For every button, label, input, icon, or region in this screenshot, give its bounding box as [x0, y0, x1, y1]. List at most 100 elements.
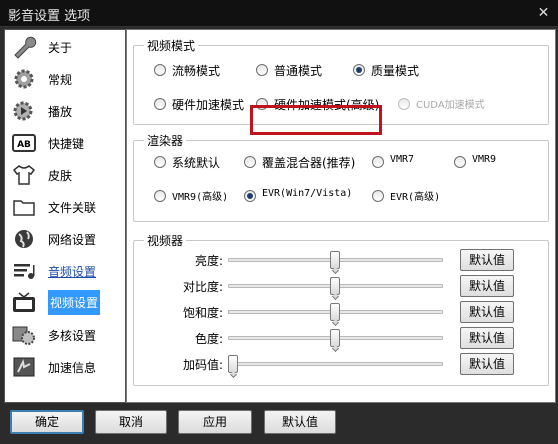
multicore-gear-icon	[12, 326, 35, 345]
slider-label: 饱和度:	[182, 306, 223, 320]
globe-icon	[15, 230, 33, 248]
radio-label: EVR(Win7/Vista)	[262, 188, 353, 199]
brightness-default-button[interactable]: 默认值	[460, 249, 514, 271]
sidebar-item-general[interactable]: 常规	[8, 64, 124, 94]
gain-default-button[interactable]: 默认值	[460, 353, 514, 375]
sidebar-item-video[interactable]: 视频设置	[8, 288, 124, 318]
wrench-icon	[14, 36, 37, 59]
gain-row: 加码值: 默认值	[144, 353, 554, 375]
radio-circle[interactable]	[454, 156, 466, 168]
sidebar-item-skin[interactable]: 皮肤	[8, 160, 124, 190]
restore-default-button[interactable]: 默认值	[264, 410, 336, 434]
radio-label: 硬件加速模式	[172, 98, 245, 112]
ok-button[interactable]: 确定	[10, 410, 84, 434]
radio-label: 流畅模式	[172, 64, 221, 78]
radio-circle[interactable]	[398, 98, 410, 110]
cancel-button[interactable]: 取消	[95, 410, 167, 434]
sidebar-item-label: 视频设置	[48, 290, 101, 315]
sidebar-item-label: 加速信息	[48, 361, 97, 375]
window-title: 影音设置 选项	[8, 9, 91, 24]
video-mode-group: 视频模式 流畅模式 普通模式 质量模式 硬件加速模式 硬件加速模式(高级) CU…	[133, 37, 549, 135]
brightness-row: 亮度: 默认值	[144, 249, 554, 271]
sidebar-item-about[interactable]: 关于	[8, 32, 124, 62]
audio-lines-icon	[14, 264, 35, 279]
contrast-row: 对比度: 默认值	[144, 275, 554, 297]
radio-label: VMR9(高级)	[172, 192, 229, 203]
sidebar-item-label: 文件关联	[48, 201, 97, 215]
contrast-slider-thumb[interactable]	[329, 277, 340, 295]
radio-label: 系统默认	[172, 156, 221, 170]
hue-default-button[interactable]: 默认值	[460, 327, 514, 349]
radio-circle[interactable]	[244, 156, 256, 168]
radio-circle[interactable]	[154, 156, 166, 168]
saturation-row: 饱和度: 默认值	[144, 301, 554, 323]
contrast-slider-track[interactable]	[228, 277, 443, 295]
group-title: 渲染器	[144, 132, 187, 149]
radio-circle[interactable]	[372, 190, 384, 202]
radio-circle[interactable]	[244, 190, 256, 202]
radio-label: VMR7	[390, 154, 415, 165]
options-window: 影音设置 选项 ✕ 关于 常规 播放 AB 快捷键 皮肤 文件关联 网络设置 音…	[0, 0, 558, 444]
sidebar-item-label: 皮肤	[48, 169, 73, 183]
hue-slider-thumb[interactable]	[329, 329, 340, 347]
sidebar-item-network[interactable]: 网络设置	[8, 224, 124, 254]
sidebar-item-label: 音频设置	[48, 265, 97, 279]
brightness-slider-thumb[interactable]	[329, 251, 340, 269]
sidebar-item-multicore[interactable]: 多核设置	[8, 320, 124, 350]
title-bar[interactable]: 影音设置 选项 ✕	[0, 0, 558, 27]
highlight-box	[250, 105, 382, 135]
gain-slider-track[interactable]	[228, 355, 443, 373]
tshirt-icon	[12, 165, 36, 185]
renderer-group: 渲染器 系统默认 覆盖混合器(推荐) VMR7 VMR9 VMR9(高级) EV…	[133, 132, 549, 222]
slider-label: 亮度:	[194, 254, 223, 268]
sidebar-item-file-assoc[interactable]: 文件关联	[8, 192, 124, 222]
sidebar-item-label: 快捷键	[48, 137, 85, 151]
group-title: 视频模式	[144, 37, 199, 54]
sidebar-item-label: 多核设置	[48, 329, 97, 343]
saturation-slider-thumb[interactable]	[329, 303, 340, 321]
radio-circle[interactable]	[372, 156, 384, 168]
radio-circle[interactable]	[353, 64, 365, 76]
accelerate-icon	[13, 357, 35, 377]
gain-slider-thumb[interactable]	[228, 355, 238, 373]
radio-label: 质量模式	[371, 64, 420, 78]
saturation-slider-track[interactable]	[228, 303, 443, 321]
radio-label: CUDA加速模式	[416, 100, 485, 111]
radio-circle[interactable]	[154, 190, 166, 202]
footer-bar: 确定 取消 应用 默认值	[0, 404, 558, 444]
sidebar-item-audio[interactable]: 音频设置	[8, 256, 124, 286]
sidebar: 关于 常规 播放 AB 快捷键 皮肤 文件关联 网络设置 音频设置 视频设置 多…	[4, 29, 126, 403]
svg-text:AB: AB	[17, 140, 31, 150]
sidebar-item-label: 播放	[48, 105, 73, 119]
contrast-default-button[interactable]: 默认值	[460, 275, 514, 297]
video-adjust-group: 视频器 亮度: 默认值 对比度: 默认值 饱和度: 默认值 色度: 默认值 加码…	[133, 232, 549, 386]
apply-button[interactable]: 应用	[178, 410, 252, 434]
keyboard-ab-icon: AB	[12, 134, 36, 152]
radio-label: 覆盖混合器(推荐)	[262, 156, 356, 170]
settings-panel: 视频模式 流畅模式 普通模式 质量模式 硬件加速模式 硬件加速模式(高级) CU…	[126, 29, 556, 403]
radio-circle[interactable]	[154, 64, 166, 76]
sidebar-item-label: 常规	[48, 73, 73, 87]
hue-slider-track[interactable]	[228, 329, 443, 347]
hue-row: 色度: 默认值	[144, 327, 554, 349]
sidebar-item-accel-info[interactable]: 加速信息	[8, 352, 124, 382]
radio-label: EVR(高级)	[390, 192, 441, 203]
slider-label: 色度:	[194, 332, 223, 346]
sidebar-item-label: 关于	[48, 41, 73, 55]
saturation-default-button[interactable]: 默认值	[460, 301, 514, 323]
radio-circle[interactable]	[256, 64, 268, 76]
sidebar-item-playback[interactable]: 播放	[8, 96, 124, 126]
play-gear-icon	[13, 101, 33, 121]
close-button[interactable]: ✕	[531, 2, 556, 24]
brightness-slider-track[interactable]	[228, 251, 443, 269]
radio-circle[interactable]	[154, 98, 166, 110]
tv-icon	[13, 292, 35, 312]
radio-label: 普通模式	[274, 64, 323, 78]
radio-label: VMR9	[472, 154, 497, 165]
slider-label: 对比度:	[182, 280, 223, 294]
sidebar-item-shortcuts[interactable]: AB 快捷键	[8, 128, 124, 158]
sidebar-item-label: 网络设置	[48, 233, 97, 247]
gear-icon	[14, 69, 34, 89]
folder-icon	[13, 200, 35, 216]
group-title: 视频器	[144, 232, 187, 249]
